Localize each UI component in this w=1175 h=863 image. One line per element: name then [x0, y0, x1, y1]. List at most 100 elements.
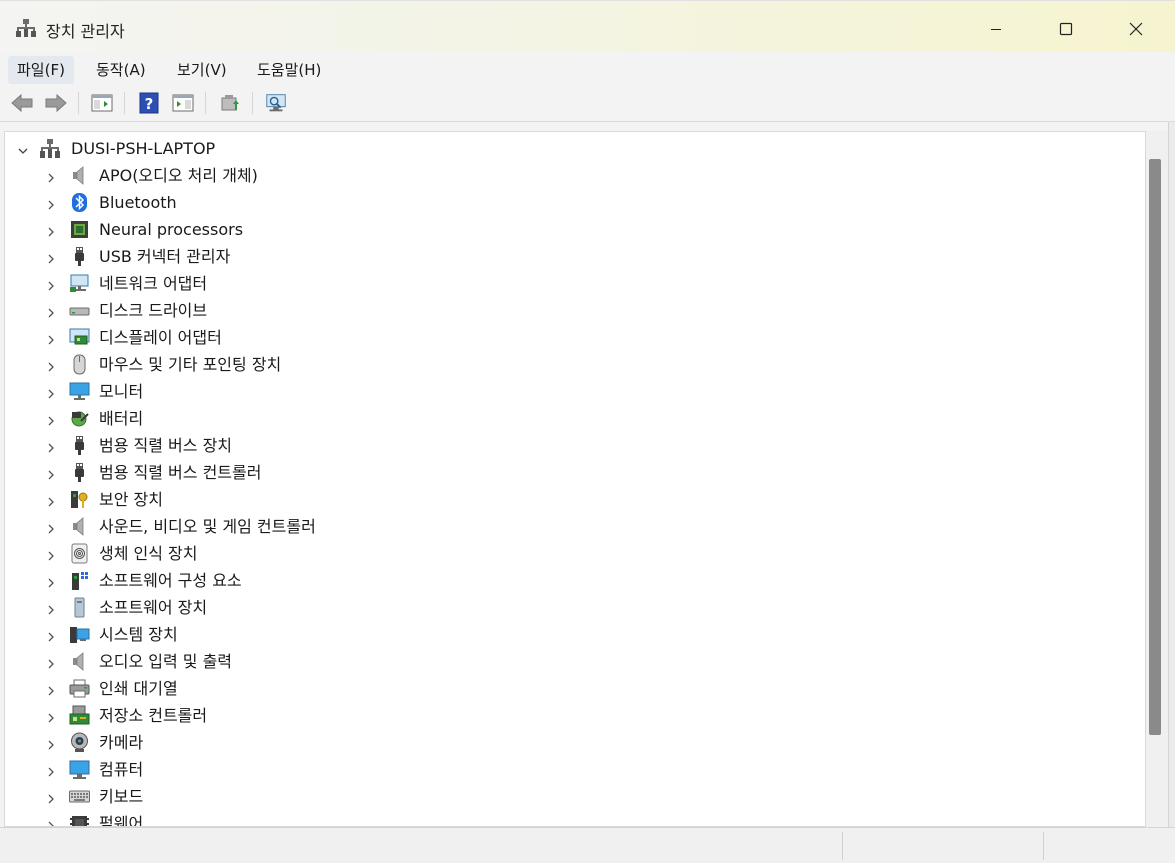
- tree-item[interactable]: 인쇄 대기열: [5, 675, 1135, 702]
- tree-item[interactable]: 키보드: [5, 783, 1135, 810]
- chevron-right-icon[interactable]: [45, 628, 57, 642]
- svg-text:?: ?: [145, 95, 154, 113]
- chevron-right-icon[interactable]: [45, 547, 57, 561]
- scrollbar-thumb[interactable]: [1149, 159, 1161, 735]
- maximize-icon: [1059, 22, 1073, 36]
- chevron-right-icon[interactable]: [45, 385, 57, 399]
- chevron-right-icon[interactable]: [45, 466, 57, 480]
- forward-button[interactable]: [44, 91, 68, 115]
- chevron-down-icon[interactable]: [17, 142, 29, 154]
- chevron-right-icon[interactable]: [45, 196, 57, 210]
- chevron-right-icon[interactable]: [45, 682, 57, 696]
- chevron-right-icon[interactable]: [45, 574, 57, 588]
- menu-file[interactable]: 파일(F): [8, 56, 74, 84]
- back-button[interactable]: [10, 91, 34, 115]
- menu-view[interactable]: 보기(V): [168, 56, 236, 84]
- chevron-right-icon[interactable]: [45, 304, 57, 318]
- chevron-right-icon[interactable]: [45, 169, 57, 183]
- tree-item[interactable]: Bluetooth: [5, 189, 1135, 216]
- mouse-icon: [69, 354, 90, 375]
- tree-item[interactable]: 생체 인식 장치: [5, 540, 1135, 567]
- tree-item[interactable]: 디스플레이 어댑터: [5, 324, 1135, 351]
- minimize-icon: [991, 29, 1001, 30]
- tree-root-row[interactable]: DUSI-PSH-LAPTOP: [5, 135, 1135, 162]
- tree-item[interactable]: 모니터: [5, 378, 1135, 405]
- action-pane-button[interactable]: [171, 91, 195, 115]
- speaker-icon: [69, 651, 90, 672]
- tree-item-label: 컴퓨터: [99, 760, 144, 779]
- chevron-right-icon[interactable]: [45, 493, 57, 507]
- tree-item[interactable]: 마우스 및 기타 포인팅 장치: [5, 351, 1135, 378]
- tree-item[interactable]: 소프트웨어 구성 요소: [5, 567, 1135, 594]
- chevron-right-icon[interactable]: [45, 412, 57, 426]
- computer-icon: [69, 759, 90, 780]
- scan-hardware-button[interactable]: [264, 91, 288, 115]
- chevron-right-icon[interactable]: [45, 790, 57, 804]
- tree-item[interactable]: 범용 직렬 버스 장치: [5, 432, 1135, 459]
- speaker-icon: [69, 165, 90, 186]
- menu-action[interactable]: 동작(A): [87, 56, 155, 84]
- status-separator: [842, 832, 843, 860]
- tree-item[interactable]: 카메라: [5, 729, 1135, 756]
- tree-item[interactable]: 보안 장치: [5, 486, 1135, 513]
- chevron-right-icon[interactable]: [45, 709, 57, 723]
- system-device-icon: [69, 624, 90, 645]
- chevron-right-icon[interactable]: [45, 601, 57, 615]
- maximize-button[interactable]: [1038, 9, 1094, 49]
- chevron-right-icon[interactable]: [45, 277, 57, 291]
- minimize-button[interactable]: [968, 9, 1024, 49]
- tree-item-label: 네트워크 어댑터: [99, 274, 208, 293]
- software-component-icon: [69, 570, 90, 591]
- chevron-right-icon[interactable]: [45, 520, 57, 534]
- chevron-right-icon[interactable]: [45, 817, 57, 826]
- security-key-icon: [69, 489, 90, 510]
- tree-item-label: 저장소 컨트롤러: [99, 706, 208, 725]
- usb-plug-icon: [69, 435, 90, 456]
- chevron-right-icon[interactable]: [45, 358, 57, 372]
- tree-item[interactable]: 디스크 드라이브: [5, 297, 1135, 324]
- chevron-right-icon[interactable]: [45, 763, 57, 777]
- tree-item[interactable]: 저장소 컨트롤러: [5, 702, 1135, 729]
- printer-icon: [69, 678, 90, 699]
- tree-item[interactable]: Neural processors: [5, 216, 1135, 243]
- tree-item[interactable]: 시스템 장치: [5, 621, 1135, 648]
- tree-item-label: Bluetooth: [99, 193, 177, 212]
- tree-item[interactable]: 펌웨어: [5, 810, 1135, 827]
- tree-item[interactable]: 오디오 입력 및 출력: [5, 648, 1135, 675]
- tree-item[interactable]: 소프트웨어 장치: [5, 594, 1135, 621]
- tree-item-label: 범용 직렬 버스 컨트롤러: [99, 463, 262, 482]
- title-bar[interactable]: 장치 관리자: [0, 0, 1175, 52]
- tree-item-label: 소프트웨어 구성 요소: [99, 571, 242, 590]
- close-button[interactable]: [1108, 9, 1164, 49]
- chevron-right-icon[interactable]: [45, 250, 57, 264]
- chevron-right-icon[interactable]: [45, 223, 57, 237]
- tree-item-label: 오디오 입력 및 출력: [99, 652, 233, 671]
- chevron-right-icon[interactable]: [45, 439, 57, 453]
- fingerprint-icon: [69, 543, 90, 564]
- tree-item-label: 디스크 드라이브: [99, 301, 208, 320]
- chevron-right-icon[interactable]: [45, 331, 57, 345]
- show-hide-console-tree-button[interactable]: [90, 91, 114, 115]
- help-button[interactable]: ?: [137, 91, 161, 115]
- tree-item-label: 펌웨어: [99, 814, 144, 827]
- tree-item[interactable]: 사운드, 비디오 및 게임 컨트롤러: [5, 513, 1135, 540]
- tree-item[interactable]: APO(오디오 처리 개체): [5, 162, 1135, 189]
- vertical-scrollbar[interactable]: [1146, 131, 1168, 827]
- toolbar-separator: [252, 92, 253, 114]
- tree-item[interactable]: 범용 직렬 버스 컨트롤러: [5, 459, 1135, 486]
- menu-help[interactable]: 도움말(H): [248, 56, 330, 84]
- device-tree[interactable]: DUSI-PSH-LAPTOP APO(오디오 처리 개체) Bluetooth N…: [4, 131, 1146, 827]
- chevron-right-icon[interactable]: [45, 736, 57, 750]
- chevron-right-icon[interactable]: [45, 655, 57, 669]
- tree-item-label: 사운드, 비디오 및 게임 컨트롤러: [99, 517, 316, 536]
- close-icon: [1129, 22, 1143, 36]
- storage-controller-icon: [69, 705, 90, 726]
- tree-item[interactable]: 배터리: [5, 405, 1135, 432]
- tree-item[interactable]: 컴퓨터: [5, 756, 1135, 783]
- tree-item-label: 보안 장치: [99, 490, 163, 509]
- tree-item[interactable]: USB 커넥터 관리자: [5, 243, 1135, 270]
- tree-item-label: 카메라: [99, 733, 144, 752]
- tree-item[interactable]: 네트워크 어댑터: [5, 270, 1135, 297]
- monitor-scan-icon: [266, 94, 286, 112]
- update-driver-button[interactable]: [218, 91, 242, 115]
